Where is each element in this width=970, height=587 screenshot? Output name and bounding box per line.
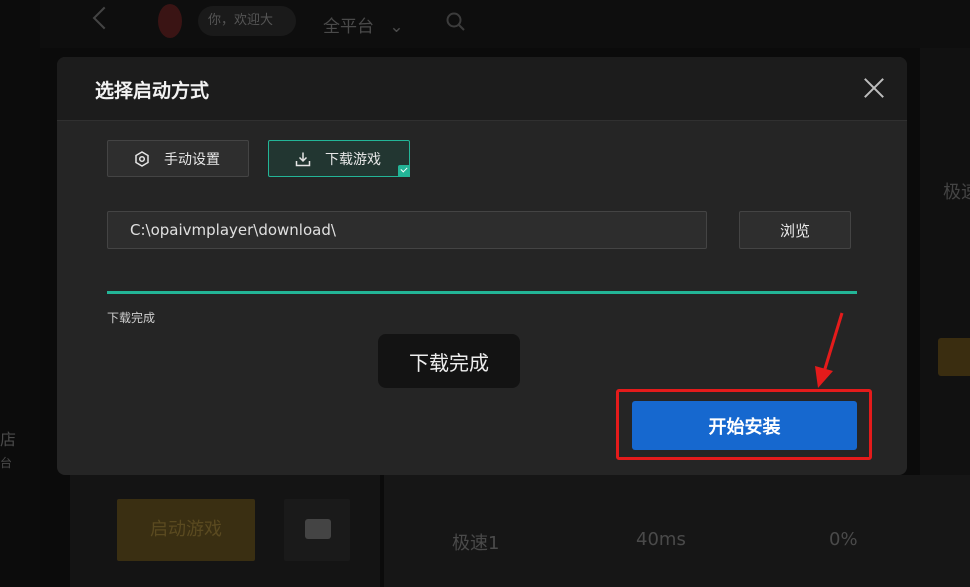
folder-icon [305,519,331,539]
search-icon[interactable] [446,12,466,32]
download-path-input[interactable] [107,211,707,249]
platform-filter[interactable]: 全平台 ⌄ [323,12,404,37]
right-gold-button[interactable] [938,338,970,376]
speed-label: 极速1 [452,533,500,554]
start-install-button[interactable]: 开始安装 [632,401,857,450]
close-icon[interactable] [863,77,885,99]
launch-method-dialog: 选择启动方式 手动设置 下载游戏 浏览 下载完成 下载完成 开始安装 [57,57,907,475]
right-speed-label: 极速 [943,182,970,203]
app-left-strip [0,0,40,587]
manual-setup-option[interactable]: 手动设置 [107,140,249,177]
ping-label: 40ms [636,529,686,550]
selected-check-icon [398,165,410,177]
dialog-header: 选择启动方式 [57,57,907,121]
loss-label: 0% [829,529,858,550]
left-label-store: 店 [0,430,17,449]
download-complete-toast: 下载完成 [378,334,520,388]
left-label-platform: 台 [0,456,13,470]
progress-status: 下载完成 [107,311,156,325]
lantern-icon [158,4,182,38]
start-game-button[interactable]: 启动游戏 [117,499,255,561]
progress-fill [107,291,857,294]
dialog-title: 选择启动方式 [95,80,210,102]
download-game-option[interactable]: 下载游戏 [268,140,410,177]
welcome-search[interactable]: 你，欢迎大 [198,6,296,36]
browse-button[interactable]: 浏览 [739,211,851,249]
download-progress-bar [107,291,857,294]
app-top-bar [0,0,970,48]
platform-label: 全平台 [323,17,374,37]
chevron-down-icon: ⌄ [389,17,404,37]
folder-button[interactable] [284,499,350,561]
download-icon [295,151,311,167]
settings-icon [134,150,150,167]
manual-setup-label: 手动设置 [164,151,220,168]
download-game-label: 下载游戏 [325,151,381,168]
